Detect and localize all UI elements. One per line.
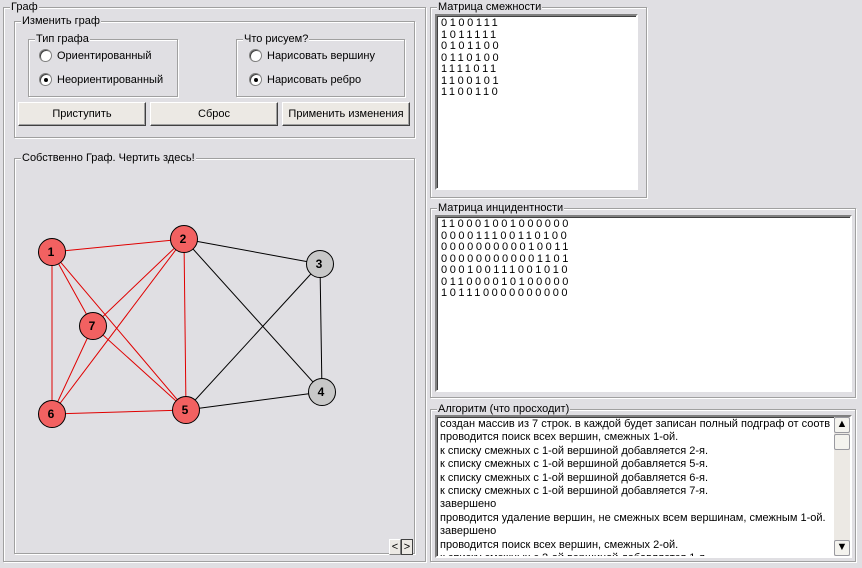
log-line: завершено: [440, 525, 497, 538]
adjacency-matrix-textarea[interactable]: 0100111 1011111 0101100 0110100 1111011 11001…: [435, 14, 638, 190]
algorithm-log-textarea[interactable]: создан массив из 7 строк. в каждой будет…: [435, 415, 852, 558]
scrollbar-thumb[interactable]: [834, 434, 850, 450]
log-line: создан массив из 7 строк. в каждой будет…: [440, 418, 831, 430]
vertex-4[interactable]: 4: [308, 378, 336, 406]
edge-5-7[interactable]: [92, 325, 187, 411]
scroll-right-button[interactable]: >: [401, 539, 413, 555]
vertex-label: 3: [316, 257, 323, 271]
incidence-matrix-textarea[interactable]: 110001001000000 000011100110100 0000000000…: [435, 215, 852, 392]
edge-3-5[interactable]: [185, 263, 321, 411]
matrix-row: 1111011: [441, 63, 499, 75]
vertex-label: 6: [48, 407, 55, 421]
edge-2-5[interactable]: [183, 238, 187, 411]
matrix-row: 110001001000000: [441, 218, 571, 230]
vertex-label: 7: [89, 319, 96, 333]
vertex-label: 2: [180, 232, 187, 246]
edge-1-5[interactable]: [51, 251, 187, 411]
matrix-row: 0101100: [441, 40, 502, 52]
edge-2-3[interactable]: [183, 238, 321, 265]
edge-2-6[interactable]: [51, 238, 185, 415]
log-line: проводится поиск всех вершин, смежных 1-…: [440, 431, 679, 444]
scroll-up-icon[interactable]: ▲: [834, 417, 850, 433]
log-line: проводится удаление вершин, не смежных в…: [440, 511, 826, 524]
log-line: к списку смежных с 1-ой вершиной добавля…: [440, 444, 709, 457]
edge-3-4[interactable]: [319, 263, 323, 393]
incidence-label: Матрица инцидентности: [437, 201, 565, 215]
matrix-row: 000100111001010: [441, 264, 571, 276]
vertex-6[interactable]: 6: [38, 400, 66, 428]
scroll-left-button[interactable]: <: [389, 539, 401, 555]
vertex-3[interactable]: 3: [306, 250, 334, 278]
graph-canvas[interactable]: 1 2 3 4 5 6 7: [0, 0, 430, 568]
edge-5-6[interactable]: [51, 409, 187, 415]
vertex-label: 1: [48, 245, 55, 259]
edge-4-5[interactable]: [185, 391, 323, 411]
edge-6-7[interactable]: [51, 325, 94, 415]
edge-1-2[interactable]: [51, 238, 185, 253]
vertex-5[interactable]: 5: [172, 396, 200, 424]
log-line: к списку смежных с 2-ой вершиной добавля…: [440, 552, 850, 556]
edge-2-7[interactable]: [92, 238, 185, 327]
log-line: к списку смежных с 1-ой вершиной добавля…: [440, 458, 709, 471]
vertex-7[interactable]: 7: [79, 312, 107, 340]
matrix-row: 0100111: [441, 17, 501, 29]
adjacency-label: Матрица смежности: [437, 0, 543, 14]
edge-2-4[interactable]: [183, 238, 323, 393]
matrix-row: 000000000010011: [441, 241, 571, 253]
vertex-2[interactable]: 2: [170, 225, 198, 253]
log-line: проводится поиск всех вершин, смежных 2-…: [440, 538, 679, 551]
log-line: к списку смежных с 1-ой вершиной добавля…: [440, 485, 709, 498]
log-line: завершено: [440, 498, 497, 511]
vertex-1[interactable]: 1: [38, 238, 66, 266]
vertex-label: 4: [318, 385, 325, 399]
scroll-down-icon[interactable]: ▼: [834, 540, 850, 556]
matrix-row: 1100110: [441, 86, 501, 98]
algorithm-label: Алгоритм (что просходит): [437, 402, 571, 416]
log-line: к списку смежных с 1-ой вершиной добавля…: [440, 471, 709, 484]
vertex-label: 5: [182, 403, 189, 417]
vertical-scrollbar[interactable]: ▲ ▼: [834, 417, 850, 556]
matrix-row: 101110000000000: [441, 287, 571, 299]
